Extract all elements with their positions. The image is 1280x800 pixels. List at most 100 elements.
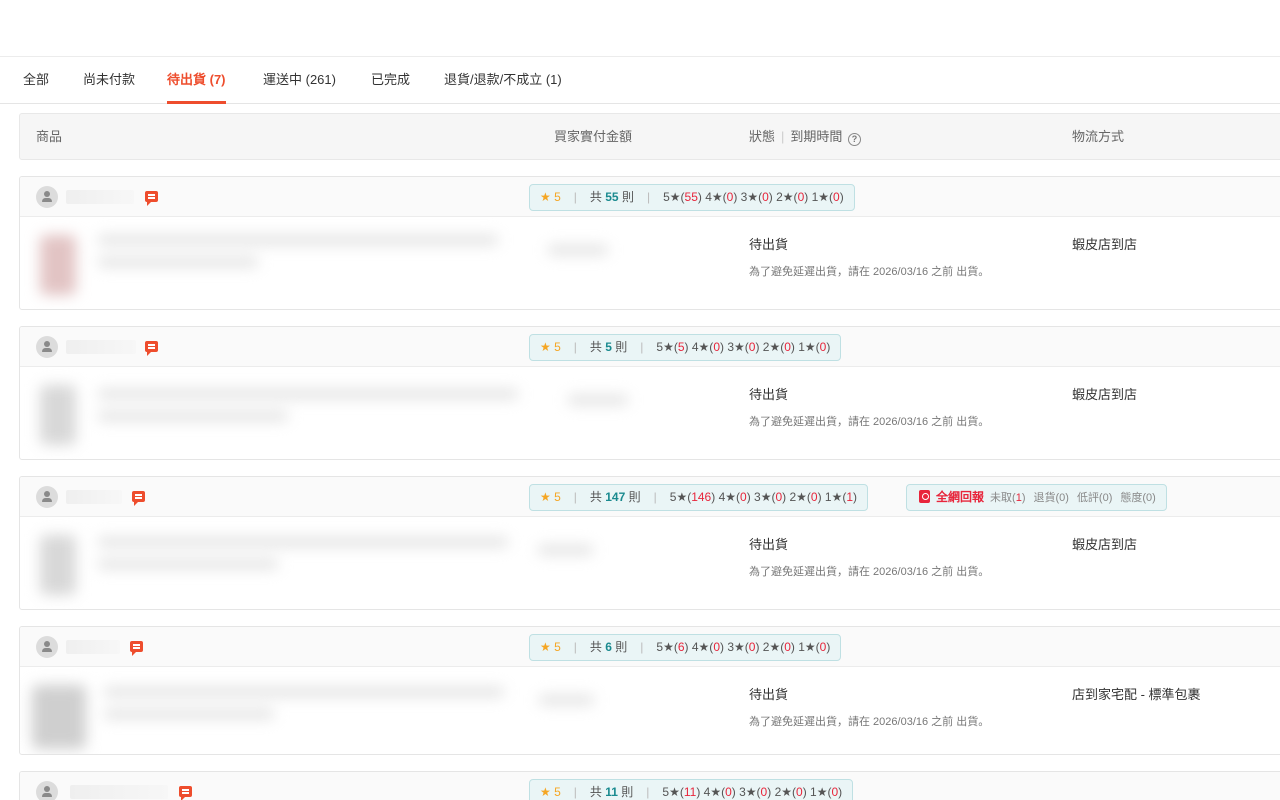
rating-breakdown: ) 1★( (817, 490, 847, 504)
rating-breakdown: ) 4★( (696, 785, 726, 799)
table-header: 商品 買家實付金額 狀態 | 到期時間 ? 物流方式 (19, 113, 1280, 160)
unpicked-end: ) (1021, 492, 1026, 504)
column-shipping: 物流方式 (1072, 129, 1125, 144)
rating-count-2: 0 (784, 340, 791, 354)
order-card: ★ 5 | 共 11 則 | 5★(11) 4★(0) 3★(0) 2★(0) 1★(0… (19, 771, 1280, 800)
rating-score: ★ 5 (540, 190, 561, 204)
buyer-avatar-icon[interactable] (36, 636, 58, 658)
rating-breakdown: ) 4★( (711, 490, 740, 504)
tab-to-ship[interactable]: 待出貨 (7) (167, 58, 226, 104)
rating-total-suffix: 則 (628, 490, 641, 504)
rating-score: ★ 5 (540, 785, 561, 799)
tab-return-refund[interactable]: 退貨/退款/不成立 (1) (444, 58, 562, 104)
rating-score: ★ 5 (540, 340, 561, 354)
buyer-name-redacted[interactable] (66, 640, 120, 654)
buyer-name-redacted[interactable] (66, 490, 122, 504)
order-header: ★ 5 | 共 55 則 | 5★(55) 4★(0) 3★(0) 2★(0) 1★(0… (20, 177, 1280, 217)
rating-breakdown: ) 2★( (782, 490, 811, 504)
order-status: 待出貨 (749, 687, 789, 702)
rating-breakdown: ) 3★( (746, 490, 776, 504)
rating-breakdown: ) 4★( (684, 340, 714, 354)
rating-breakdown: ) 1★( (802, 785, 832, 799)
rating-count-2: 0 (810, 490, 818, 504)
buyer-name-redacted[interactable] (66, 340, 136, 354)
rating-breakdown-end: ) (839, 190, 844, 204)
chat-icon[interactable] (179, 786, 192, 800)
rating-total-prefix: 共 (589, 190, 602, 204)
shipping-method: 蝦皮店到店 (1072, 537, 1138, 552)
rating-total: 147 (605, 490, 626, 504)
ship-deadline-note: 為了避免延遲出貨，請在 2026/03/16 之前 出貨。 (749, 716, 990, 728)
help-icon[interactable]: ? (848, 133, 862, 146)
buyer-name-redacted[interactable] (66, 190, 134, 204)
rating-breakdown: ) 3★( (733, 190, 763, 204)
tab-all[interactable]: 全部 (23, 58, 49, 104)
report-icon (919, 490, 930, 503)
tab-unpaid[interactable]: 尚未付款 (83, 58, 135, 104)
rating-score: ★ 5 (540, 490, 561, 504)
rating-breakdown: 5★( (662, 785, 684, 799)
rating-total: 11 (605, 785, 618, 799)
order-card: ★ 5 | 共 6 則 | 5★(6) 4★(0) 3★(0) 2★(0) 1★(0) … (19, 626, 1280, 755)
rating-breakdown-end: ) (826, 640, 831, 654)
rating-breakdown: ) 2★( (755, 340, 785, 354)
network-report-badge[interactable]: 全網回報 未取(1) 退貨(0) 低評(0) 態度(0) (906, 484, 1167, 511)
order-card: ★ 5 | 共 5 則 | 5★(5) 4★(0) 3★(0) 2★(0) 1★(0) … (19, 326, 1280, 460)
rating-breakdown-end: ) (838, 785, 843, 799)
rating-count-4: 0 (713, 640, 720, 654)
chat-icon[interactable] (145, 191, 158, 206)
rating-breakdown: ) 3★( (720, 640, 749, 654)
rating-breakdown-end: ) (853, 490, 858, 504)
rating-count-5: 146 (691, 490, 712, 504)
order-status-tabs: 全部 尚未付款 待出貨 (7) 運送中 (261) 已完成 退貨/退款/不成立 … (0, 58, 1280, 104)
tab-completed[interactable]: 已完成 (371, 58, 410, 104)
buyer-rating-badge: ★ 5 | 共 11 則 | 5★(11) 4★(0) 3★(0) 2★(0) 1★(0… (529, 779, 854, 800)
rating-total-suffix: 則 (615, 340, 628, 354)
rating-breakdown: 5★( (656, 640, 678, 654)
rating-breakdown: ) 2★( (768, 190, 798, 204)
rating-count-2: 0 (784, 640, 791, 654)
buyer-avatar-icon[interactable] (36, 186, 58, 208)
product-info-redacted[interactable] (28, 375, 653, 459)
buyer-name-redacted[interactable] (70, 785, 168, 799)
shipping-method: 蝦皮店到店 (1072, 387, 1138, 402)
rating-count-3: 0 (762, 190, 769, 204)
column-separator: | (781, 129, 785, 144)
rating-total-prefix: 共 (589, 490, 602, 504)
order-card: ★ 5 | 共 55 則 | 5★(55) 4★(0) 3★(0) 2★(0) 1★(0… (19, 176, 1280, 310)
buyer-avatar-icon[interactable] (36, 336, 58, 358)
product-info-redacted[interactable] (28, 525, 608, 609)
rating-breakdown: ) 3★( (720, 340, 749, 354)
column-deadline-label: 到期時間 (790, 129, 843, 144)
rating-breakdown: 5★( (663, 190, 685, 204)
buyer-avatar-icon[interactable] (36, 486, 58, 508)
column-product: 商品 (36, 129, 63, 144)
unpicked-count: 1 (1015, 492, 1022, 504)
ship-deadline-note: 為了避免延遲出貨，請在 2026/03/16 之前 出貨。 (749, 266, 990, 278)
ship-deadline-note: 為了避免延遲出貨，請在 2026/03/16 之前 出貨。 (749, 416, 990, 428)
rating-breakdown: ) 1★( (790, 640, 820, 654)
buyer-rating-badge: ★ 5 | 共 5 則 | 5★(5) 4★(0) 3★(0) 2★(0) 1★(0) (529, 334, 842, 361)
rating-total: 5 (605, 340, 612, 354)
attitude-count: 態度(0) (1120, 492, 1156, 504)
returns-count: 退貨(0) (1033, 492, 1069, 504)
column-status-label: 狀態 (749, 129, 776, 144)
product-info-redacted[interactable] (24, 675, 609, 754)
tab-shipping[interactable]: 運送中 (261) (263, 58, 336, 104)
rating-total-suffix: 則 (621, 785, 634, 799)
rating-total-prefix: 共 (589, 785, 602, 799)
buyer-avatar-icon[interactable] (36, 781, 58, 800)
product-info-redacted[interactable] (28, 225, 618, 309)
rating-breakdown: ) 2★( (767, 785, 796, 799)
rating-breakdown: ) 4★( (684, 640, 714, 654)
buyer-rating-badge: ★ 5 | 共 147 則 | 5★(146) 4★(0) 3★(0) 2★(0) 1★… (529, 484, 869, 511)
chat-icon[interactable] (132, 491, 145, 506)
order-header: ★ 5 | 共 11 則 | 5★(11) 4★(0) 3★(0) 2★(0) 1★(0… (20, 772, 1280, 800)
chat-icon[interactable] (145, 341, 158, 356)
rating-breakdown: ) 1★( (790, 340, 820, 354)
rating-count-4: 0 (725, 785, 732, 799)
rating-total: 6 (605, 640, 612, 654)
chat-icon[interactable] (130, 641, 143, 656)
network-report-title: 全網回報 (936, 490, 985, 504)
rating-breakdown: ) 3★( (731, 785, 761, 799)
